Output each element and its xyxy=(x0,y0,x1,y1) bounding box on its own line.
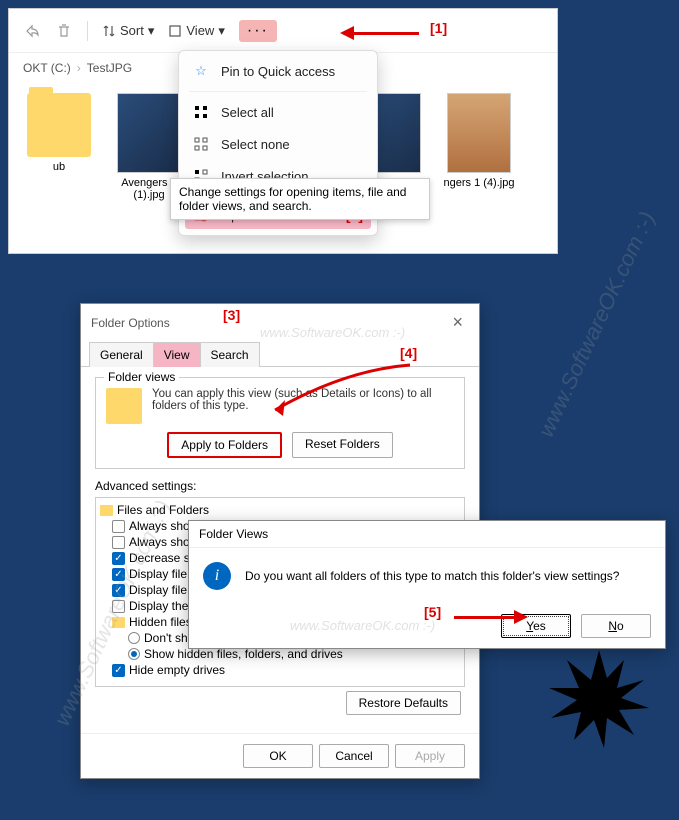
folder-icon xyxy=(100,505,113,516)
radio-icon[interactable] xyxy=(128,648,140,660)
folder-grid-icon xyxy=(106,388,142,424)
folder-item[interactable]: ub xyxy=(19,93,99,243)
checkbox-icon[interactable] xyxy=(112,536,125,549)
annotation-label: [1] xyxy=(430,20,447,36)
delete-icon[interactable] xyxy=(55,22,73,40)
star-icon: ☆ xyxy=(193,63,209,79)
tree-item[interactable]: ✓Hide empty drives xyxy=(100,662,460,678)
confirm-text: Do you want all folders of this type to … xyxy=(245,569,619,583)
view-label: View xyxy=(186,23,214,38)
watermark: www.SoftwareOK.com :-) xyxy=(290,618,435,633)
annotation-label: [3] xyxy=(223,307,240,323)
watermark: www.SoftwareOK.com :-) xyxy=(260,325,405,340)
confirm-title: Folder Views xyxy=(189,521,665,548)
info-icon: i xyxy=(203,562,231,590)
apply-button[interactable]: Apply xyxy=(395,744,465,768)
annotation-label: [4] xyxy=(400,345,417,361)
dialog-title: Folder Options xyxy=(91,316,170,330)
breadcrumb-part[interactable]: TestJPG xyxy=(87,61,132,75)
tab-view[interactable]: View xyxy=(153,342,201,367)
file-item[interactable]: ngers 1 (4).jpg xyxy=(439,93,519,243)
annotation-arrow xyxy=(454,610,528,624)
close-button[interactable]: × xyxy=(446,312,469,333)
file-name: ub xyxy=(19,161,99,173)
tab-search[interactable]: Search xyxy=(200,342,260,367)
restore-defaults-button[interactable]: Restore Defaults xyxy=(346,691,461,715)
share-icon[interactable] xyxy=(23,22,41,40)
annotation-arrow xyxy=(340,26,419,40)
annotation-arrow xyxy=(265,360,415,430)
menu-select-all[interactable]: Select all xyxy=(179,96,377,128)
view-button[interactable]: View ▾ xyxy=(168,23,224,39)
chevron-right-icon: › xyxy=(77,61,81,75)
file-name: ngers 1 (4).jpg xyxy=(439,177,519,189)
menu-pin[interactable]: ☆ Pin to Quick access xyxy=(179,55,377,87)
folder-icon xyxy=(27,93,91,157)
checkbox-icon[interactable] xyxy=(112,520,125,533)
mascot-icon xyxy=(539,640,659,760)
sort-button[interactable]: Sort ▾ xyxy=(102,23,154,39)
cancel-button[interactable]: Cancel xyxy=(319,744,389,768)
menu-select-none[interactable]: Select none xyxy=(179,128,377,160)
grid-outline-icon xyxy=(193,136,209,152)
menu-label: Select none xyxy=(221,137,290,152)
menu-label: Select all xyxy=(221,105,274,120)
apply-to-folders-button[interactable]: Apply to Folders xyxy=(167,432,282,458)
image-thumbnail xyxy=(117,93,181,173)
menu-label: Pin to Quick access xyxy=(221,64,335,79)
checkbox-icon[interactable]: ✓ xyxy=(112,664,125,677)
ok-button[interactable]: OK xyxy=(243,744,313,768)
more-button[interactable]: ··· xyxy=(239,20,277,42)
tooltip: Change settings for opening items, file … xyxy=(170,178,430,220)
sort-label: Sort xyxy=(120,23,144,38)
explorer-toolbar: Sort ▾ View ▾ ··· xyxy=(9,9,557,53)
advanced-label: Advanced settings: xyxy=(95,479,465,493)
tab-general[interactable]: General xyxy=(89,342,154,367)
no-button[interactable]: No xyxy=(581,614,651,638)
radio-icon[interactable] xyxy=(128,632,140,644)
dialog-footer: OK Cancel Apply xyxy=(81,733,479,778)
grid-icon xyxy=(193,104,209,120)
reset-folders-button[interactable]: Reset Folders xyxy=(292,432,393,458)
breadcrumb-part[interactable]: OKT (C:) xyxy=(23,61,71,75)
image-thumbnail xyxy=(447,93,511,173)
group-legend: Folder views xyxy=(104,370,179,384)
file-item[interactable]: Avengers 1 (1).jpg xyxy=(109,93,189,243)
